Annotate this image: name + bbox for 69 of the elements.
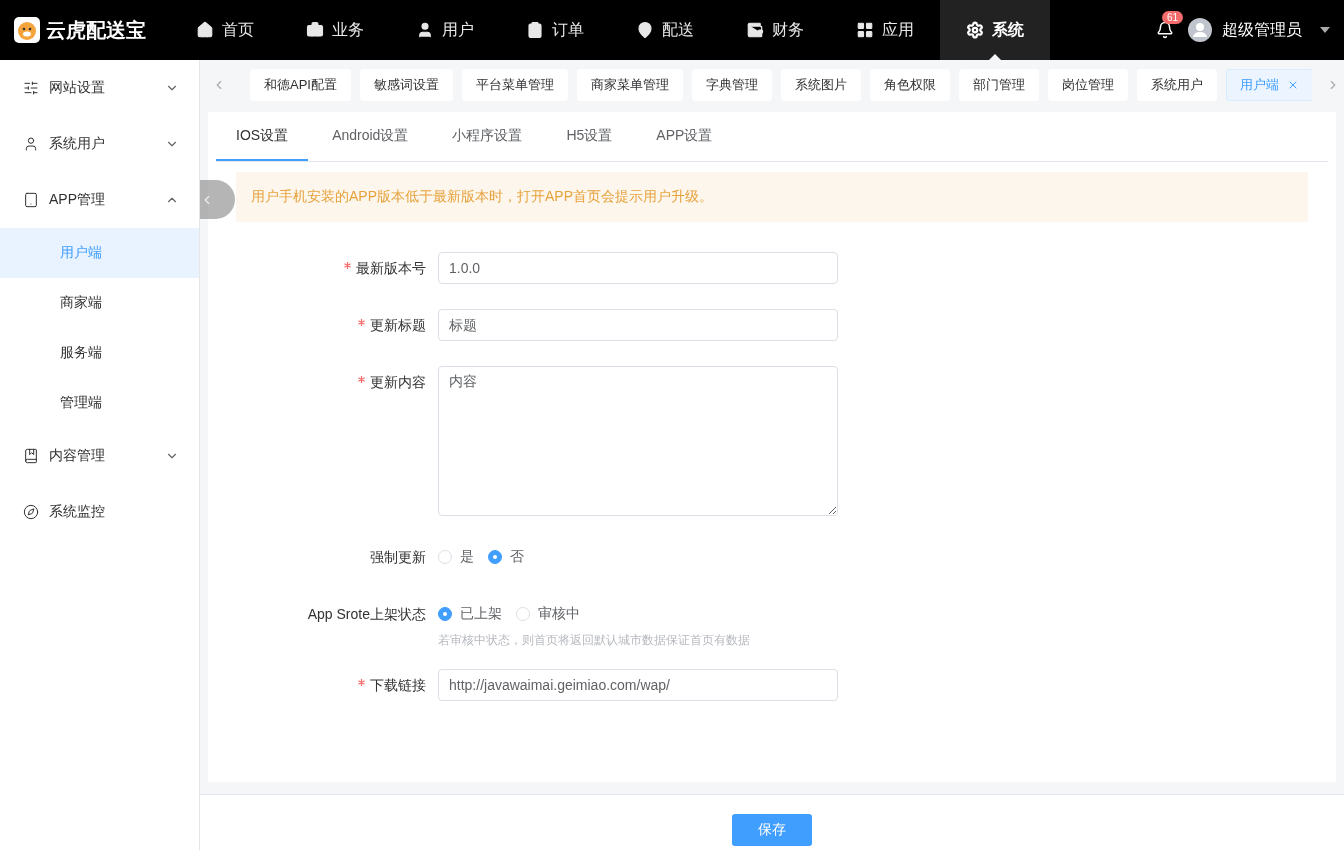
user-name[interactable]: 超级管理员 [1222, 19, 1302, 41]
avatar-icon[interactable] [1188, 18, 1212, 42]
radio-option[interactable]: 已上架 [438, 605, 502, 623]
page-tag[interactable]: 平台菜单管理 [461, 69, 568, 101]
page-tag[interactable]: 岗位管理 [1047, 69, 1128, 101]
user-icon [416, 21, 434, 39]
tiger-logo-icon [14, 17, 40, 43]
compass-icon [23, 504, 39, 520]
page-tag[interactable]: 商家菜单管理 [576, 69, 683, 101]
field-label: 最新版本号 [356, 260, 426, 276]
page-tag[interactable]: 系统图片 [780, 69, 861, 101]
settings-icon [966, 21, 984, 39]
nav-item[interactable]: 系统 [940, 0, 1050, 60]
book-icon [23, 448, 39, 464]
sidebar-item[interactable]: 系统监控 [0, 484, 199, 540]
text-input[interactable]: 1.0.0 [438, 252, 838, 284]
page-tag[interactable]: 和德API配置 [250, 69, 351, 101]
nav-item[interactable]: 订单 [500, 0, 610, 60]
sidebar-item[interactable]: 网站设置 [0, 60, 199, 116]
page-tag[interactable]: 字典管理 [691, 69, 772, 101]
nav-item[interactable]: 配送 [610, 0, 720, 60]
page-tag[interactable]: 角色权限 [869, 69, 950, 101]
settings-tab[interactable]: APP设置 [636, 112, 733, 161]
field-label: 更新标题 [370, 317, 426, 333]
clipboard-icon [526, 21, 544, 39]
nav-item[interactable]: 首页 [170, 0, 280, 60]
radio-option[interactable]: 审核中 [516, 605, 580, 623]
page-tag[interactable]: 系统用户 [1136, 69, 1217, 101]
page-tag[interactable]: 敏感词设置 [359, 69, 453, 101]
bell-icon[interactable] [1156, 21, 1174, 39]
field-hint: 若审核中状态，则首页将返回默认城市数据保证首页有数据 [438, 632, 750, 649]
sliders-icon [23, 80, 39, 96]
grid-icon [856, 21, 874, 39]
user-icon [23, 136, 39, 152]
field-label: 更新内容 [370, 374, 426, 390]
nav-item[interactable]: 用户 [390, 0, 500, 60]
field-label: 强制更新 [370, 549, 426, 565]
tablet-icon [23, 192, 39, 208]
info-alert: 用户手机安装的APP版本低于最新版本时，打开APP首页会提示用户升级。 [236, 172, 1308, 222]
field-label: 下载链接 [370, 677, 426, 693]
sidebar-subitem[interactable]: 服务端 [0, 328, 199, 378]
sidebar-subitem[interactable]: 商家端 [0, 278, 199, 328]
text-input[interactable]: http://javawaimai.geimiao.com/wap/ [438, 669, 838, 701]
radio-option[interactable]: 是 [438, 548, 474, 566]
settings-tab[interactable]: IOS设置 [216, 112, 309, 161]
sidebar-item[interactable]: 系统用户 [0, 116, 199, 172]
app-logo-text: 云虎配送宝 [46, 17, 146, 43]
nav-item[interactable]: 财务 [720, 0, 830, 60]
sidebar-item[interactable]: 内容管理 [0, 428, 199, 484]
sidebar-item[interactable]: APP管理 [0, 172, 199, 228]
page-tag[interactable]: 部门管理 [958, 69, 1039, 101]
text-input[interactable]: 标题 [438, 309, 838, 341]
settings-tab[interactable]: 小程序设置 [432, 112, 543, 161]
radio-dot[interactable] [438, 607, 452, 621]
nav-item[interactable]: 业务 [280, 0, 390, 60]
pin-icon [636, 21, 654, 39]
settings-tab[interactable]: H5设置 [546, 112, 633, 161]
briefcase-icon [306, 21, 324, 39]
sidebar-subitem[interactable]: 管理端 [0, 378, 199, 428]
wallet-icon [746, 21, 764, 39]
caret-icon[interactable] [1320, 27, 1330, 33]
nav-item[interactable]: 应用 [830, 0, 940, 60]
home-icon [196, 21, 214, 39]
notification-badge: 61 [1162, 11, 1184, 24]
radio-option[interactable]: 否 [488, 548, 524, 566]
text-area[interactable]: 内容 [438, 366, 838, 516]
field-label: App Srote上架状态 [307, 606, 426, 622]
radio-dot[interactable] [488, 550, 502, 564]
settings-tab[interactable]: Android设置 [312, 112, 429, 161]
